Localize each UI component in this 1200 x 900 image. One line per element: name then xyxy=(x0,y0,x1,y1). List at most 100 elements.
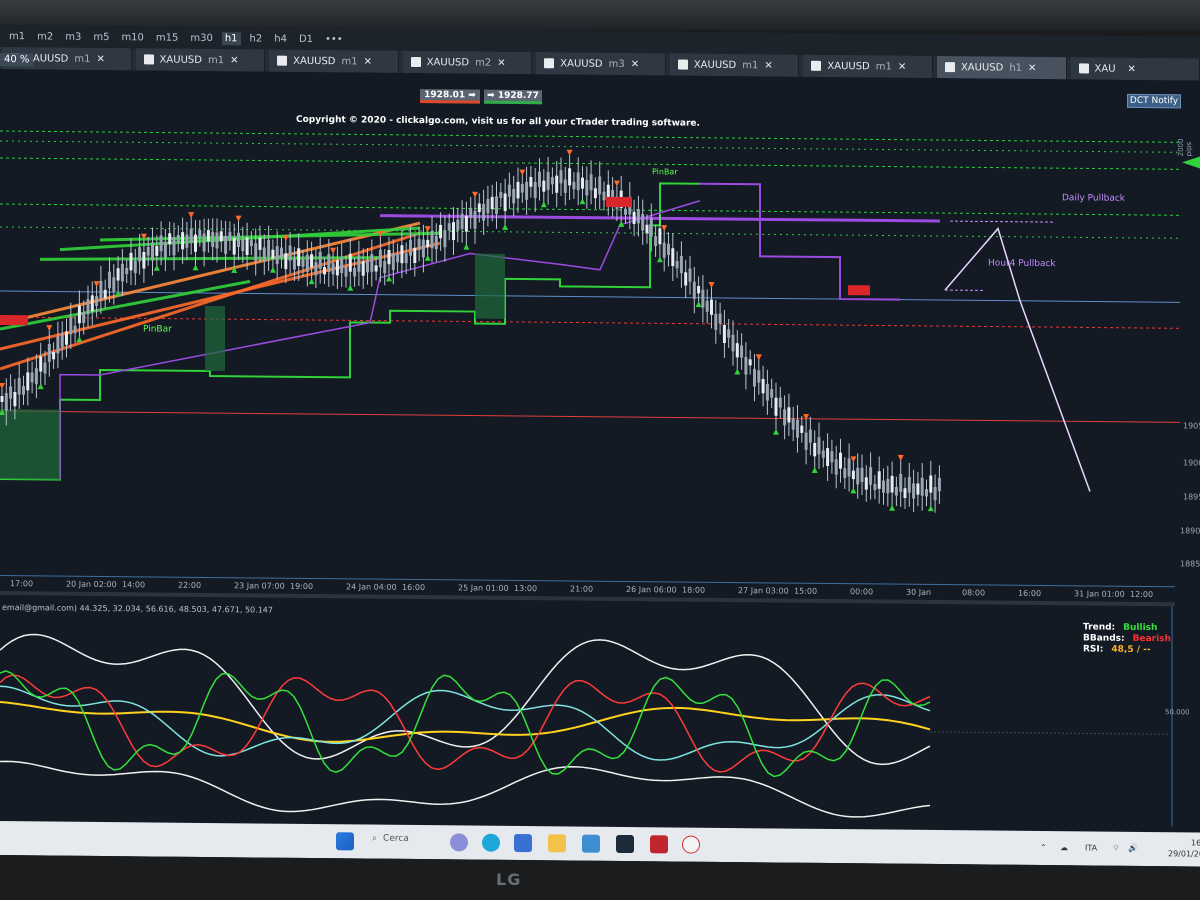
cloud-icon[interactable]: ☁ xyxy=(1060,843,1068,852)
close-icon[interactable]: ✕ xyxy=(764,60,772,71)
sell-arrow xyxy=(519,169,526,176)
price-chart[interactable] xyxy=(0,69,1200,587)
folder-icon[interactable] xyxy=(548,834,566,853)
tab-checkbox-icon[interactable] xyxy=(811,60,822,71)
candle-body xyxy=(649,218,653,237)
timeframe-10[interactable]: D1 xyxy=(296,32,316,45)
mail-icon[interactable] xyxy=(582,834,600,853)
tab-checkbox-icon[interactable] xyxy=(544,58,555,69)
candle-body xyxy=(155,246,159,256)
close-icon[interactable]: ✕ xyxy=(898,61,906,72)
chart-tab[interactable]: XAUUSD m1 ✕ xyxy=(135,48,266,72)
close-icon[interactable]: ✕ xyxy=(497,57,505,68)
tab-timeframe: m1 xyxy=(341,55,358,67)
candle-body xyxy=(26,372,30,391)
chevron-up-icon[interactable]: ⌃ xyxy=(1040,843,1047,852)
candle-body xyxy=(847,458,851,477)
buy-arrow xyxy=(734,368,741,375)
rsi-green xyxy=(0,670,931,778)
close-icon[interactable]: ✕ xyxy=(631,59,639,70)
timeframe-7[interactable]: h1 xyxy=(221,31,241,45)
timeframe-9[interactable]: h4 xyxy=(271,32,290,45)
zoom-level[interactable]: 40 % xyxy=(0,53,34,67)
time-tick: 16:00 xyxy=(1018,588,1042,598)
tab-checkbox-icon[interactable] xyxy=(1078,63,1089,74)
app-icon-2[interactable] xyxy=(682,835,700,854)
candle-body xyxy=(568,168,572,186)
chat-icon[interactable] xyxy=(450,833,468,852)
candle-body xyxy=(744,357,748,375)
sell-price-button[interactable]: 1928.01 ➡ xyxy=(420,89,480,104)
tab-checkbox-icon[interactable] xyxy=(410,56,421,68)
candle-body xyxy=(821,450,825,458)
buy-arrow xyxy=(37,383,44,390)
candle-body xyxy=(120,263,124,282)
chart-tab[interactable]: XAU ✕ xyxy=(1070,57,1200,81)
tab-checkbox-icon[interactable] xyxy=(277,55,288,66)
close-icon[interactable]: ✕ xyxy=(1128,63,1136,74)
candle-body xyxy=(176,234,180,243)
chart-tab[interactable]: XAUUSD m2 ✕ xyxy=(402,50,533,75)
chart-tab[interactable]: XAUUSD m1 ✕ xyxy=(669,53,800,77)
wifi-icon[interactable]: ⌔ xyxy=(1112,844,1120,854)
bollinger-lower xyxy=(0,760,931,818)
close-icon[interactable]: ✕ xyxy=(364,56,372,67)
language-indicator[interactable]: ITA xyxy=(1085,843,1097,852)
candle-body xyxy=(323,267,326,275)
candle-body xyxy=(697,286,701,294)
edge-icon[interactable] xyxy=(482,833,500,852)
timeframe-4[interactable]: m10 xyxy=(118,31,146,44)
timeframe-8[interactable]: h2 xyxy=(247,32,266,45)
candle-body xyxy=(206,230,210,242)
candle-body xyxy=(550,177,554,185)
close-icon[interactable]: ✕ xyxy=(97,53,105,64)
tab-checkbox-icon[interactable] xyxy=(677,59,688,70)
candle-body xyxy=(400,245,404,264)
candle-body xyxy=(370,254,374,272)
close-icon[interactable]: ✕ xyxy=(230,55,238,66)
app-icon[interactable] xyxy=(650,835,668,854)
timeframe-11[interactable]: ••• xyxy=(322,33,346,46)
chart-tab[interactable]: XAUUSD m1 ✕ xyxy=(803,54,933,78)
candle-body xyxy=(860,467,864,482)
timeframe-5[interactable]: m15 xyxy=(153,31,181,44)
buy-arrow xyxy=(579,198,586,205)
zone-fill xyxy=(205,305,225,372)
time-tick: 18:00 xyxy=(682,585,706,595)
chart-tab[interactable]: XAUUSD h1 ✕ xyxy=(936,55,1067,80)
candle-body xyxy=(710,299,713,315)
system-clock[interactable]: 16:48 29/01/2023 xyxy=(1168,837,1200,859)
tab-checkbox-icon[interactable] xyxy=(143,54,154,65)
candle-body xyxy=(60,333,64,348)
volume-icon[interactable]: 🔊 xyxy=(1128,844,1138,853)
store-icon[interactable] xyxy=(514,833,532,853)
sell-arrow xyxy=(93,281,100,288)
candle-body xyxy=(740,345,744,358)
candle-body xyxy=(503,193,507,212)
timeframe-3[interactable]: m5 xyxy=(90,30,112,43)
sell-arrow xyxy=(897,454,904,461)
chart-tab[interactable]: XAUUSD m1 ✕ xyxy=(269,49,399,73)
candle-body xyxy=(555,175,559,193)
timeframe-0[interactable]: m1 xyxy=(6,30,28,43)
time-tick: 08:00 xyxy=(962,588,986,598)
hour4-pullback-label: Hour4 Pullback xyxy=(988,258,1056,270)
start-icon[interactable] xyxy=(336,832,354,851)
timeframe-2[interactable]: m3 xyxy=(62,30,84,43)
candle-body xyxy=(529,176,533,187)
tab-checkbox-icon[interactable] xyxy=(944,62,955,73)
candle-body xyxy=(237,232,240,248)
taskbar-search[interactable]: ⌕ Cerca xyxy=(372,834,409,844)
close-icon[interactable]: ✕ xyxy=(1028,62,1036,73)
candle-body xyxy=(679,255,683,274)
timeframe-6[interactable]: m30 xyxy=(187,31,215,44)
chart-tab[interactable]: XAUUSD m3 ✕ xyxy=(536,52,666,76)
time-tick: 20 Jan 02:00 xyxy=(66,579,117,590)
candle-body xyxy=(413,247,417,263)
ctrader-icon[interactable] xyxy=(616,834,634,854)
timeframe-1[interactable]: m2 xyxy=(34,30,56,43)
buy-price-button[interactable]: ➡ 1928.77 xyxy=(484,89,542,105)
indicator-pane[interactable] xyxy=(0,595,1200,833)
candle-body xyxy=(129,252,133,271)
dct-notify-button[interactable]: DCT Notify xyxy=(1127,93,1181,109)
